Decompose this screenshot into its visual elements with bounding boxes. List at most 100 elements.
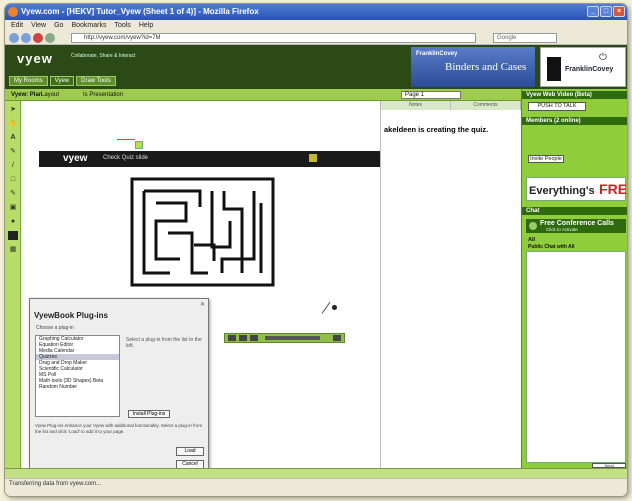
brand-tagline: Collaborate, Share & Interact xyxy=(71,53,136,59)
browser-window: Vyew.com - [HEKV] Tutor_Vyew (Sheet 1 of… xyxy=(4,3,628,497)
page-select[interactable]: Page 1 xyxy=(401,91,461,99)
pointer-icon[interactable]: ➤ xyxy=(8,105,18,114)
conference-call-banner[interactable]: Free Conference Calls Click to Activate xyxy=(526,219,626,233)
color-swatch-icon[interactable] xyxy=(8,231,18,240)
plugin-list[interactable]: Graphing Calculator Equation Editor Medi… xyxy=(35,335,120,417)
menu-bar: Edit View Go Bookmarks Tools Help xyxy=(5,20,627,31)
menu-item[interactable]: Help xyxy=(139,20,153,31)
planner-image xyxy=(547,57,561,81)
conf-subtitle: Click to Activate xyxy=(546,227,578,232)
ad-free-text: FREE xyxy=(599,181,628,197)
chat-header: Chat xyxy=(522,207,627,215)
annotation-marker[interactable] xyxy=(135,141,143,149)
phone-icon xyxy=(529,222,537,230)
video-header: Vyew Web Video (Beta) xyxy=(522,91,627,99)
chat-messages xyxy=(526,251,626,463)
maze-image xyxy=(130,177,275,287)
tab-draw-tools[interactable]: Draw Tools xyxy=(76,76,116,86)
close-icon[interactable]: ✕ xyxy=(200,301,205,308)
side-ad-brand: FranklinCovey xyxy=(565,66,614,73)
cursor-dot xyxy=(332,305,337,310)
chat-recipient[interactable]: All xyxy=(528,237,535,243)
list-item[interactable]: Random Number xyxy=(36,384,119,390)
vyew-logo[interactable]: vyew xyxy=(17,51,53,66)
menu-item[interactable]: Tools xyxy=(114,20,130,31)
grid-icon[interactable]: ▦ xyxy=(8,245,18,254)
search-input[interactable]: Google xyxy=(493,33,557,43)
dialog-title: VyewBook Plug-ins xyxy=(34,311,108,320)
slide-title: Check Quiz slide xyxy=(103,155,149,161)
power-icon: ⏻ xyxy=(599,52,607,63)
ad-brand: FranklinCovey xyxy=(416,51,458,57)
chat-scope: Public Chat with All xyxy=(528,244,575,250)
line-icon[interactable]: / xyxy=(8,161,18,170)
layout-option[interactable]: Layout xyxy=(41,89,59,101)
choose-label: Choose a plug-in xyxy=(36,325,74,331)
hand-icon[interactable]: ✋ xyxy=(8,119,18,128)
notes-tabs: Notes Comments xyxy=(381,101,521,110)
menu-item[interactable]: View xyxy=(31,20,46,31)
tab-my-rooms[interactable]: My Rooms xyxy=(9,76,48,86)
app-header: vyew Collaborate, Share & Interact My Ro… xyxy=(5,45,627,89)
right-sidebar: Vyew Web Video (Beta) PUSH TO TALK Membe… xyxy=(521,89,628,468)
close-button[interactable]: × xyxy=(613,6,625,17)
quiz-status-message: akeldeen is creating the quiz. xyxy=(384,125,489,134)
drawing-tools: ➤ ✋ A ✎ / □ ✎ ▣ ● ▦ xyxy=(5,101,21,468)
title-bar: Vyew.com - [HEKV] Tutor_Vyew (Sheet 1 of… xyxy=(5,4,627,20)
slide-player-controls[interactable] xyxy=(224,333,345,343)
pen-icon[interactable]: ✎ xyxy=(8,147,18,156)
members-header: Members (2 online) xyxy=(522,117,627,125)
eraser-icon[interactable]: ▣ xyxy=(8,203,18,212)
home-icon[interactable] xyxy=(45,33,55,43)
toolbar-label: Vyew: Plan xyxy=(11,92,43,98)
shape-icon[interactable]: □ xyxy=(8,175,18,184)
prev-icon[interactable] xyxy=(228,335,236,341)
slide-logo: vyew xyxy=(63,153,88,164)
window-title: Vyew.com - [HEKV] Tutor_Vyew (Sheet 1 of… xyxy=(21,7,259,16)
everything-free-ad[interactable]: Everything's FREE xyxy=(526,177,628,201)
maximize-button[interactable]: □ xyxy=(600,6,612,17)
plugin-dialog: ✕ VyewBook Plug-ins Choose a plug-in Gra… xyxy=(29,298,209,478)
header-tabs: My Rooms Vyew Draw Tools xyxy=(9,76,116,86)
slide-header-bar: vyew Check Quiz slide xyxy=(39,151,381,167)
menu-item[interactable]: Bookmarks xyxy=(71,20,106,31)
presentation-option[interactable]: Is Presentation xyxy=(83,89,123,101)
forward-icon[interactable] xyxy=(21,33,31,43)
text-icon[interactable]: A xyxy=(8,133,18,142)
firefox-icon xyxy=(8,7,18,17)
load-button[interactable]: Load xyxy=(176,447,204,456)
conf-title: Free Conference Calls xyxy=(540,220,614,227)
banner-ad[interactable]: FranklinCovey Binders and Cases xyxy=(411,47,535,87)
notes-panel: Notes Comments akeldeen is creating the … xyxy=(380,101,521,468)
app-status-bar xyxy=(5,468,627,478)
timeline-track[interactable] xyxy=(265,336,320,340)
back-icon[interactable] xyxy=(9,33,19,43)
menu-item[interactable]: Go xyxy=(54,20,63,31)
address-bar[interactable]: http://vyew.com/vyew?id=7M xyxy=(71,33,476,43)
menu-icon[interactable] xyxy=(333,335,341,341)
plugin-help-text: Vyew Plug-ins enhance your Vyew with add… xyxy=(35,423,203,434)
browser-status-bar: Transferring data from vyew.com... xyxy=(5,478,627,496)
annotation-line xyxy=(117,139,135,140)
vyew-toolbar: Vyew: Plan Layout Is Presentation Page 1 xyxy=(5,89,521,101)
push-to-talk-button[interactable]: PUSH TO TALK xyxy=(528,102,586,111)
side-ad[interactable]: ⏻ FranklinCovey xyxy=(540,47,626,87)
stop-icon[interactable] xyxy=(33,33,43,43)
highlighter-icon[interactable]: ✎ xyxy=(8,189,18,198)
tab-comments[interactable]: Comments xyxy=(451,101,521,110)
tab-vyew[interactable]: Vyew xyxy=(49,76,75,86)
install-plugins-button[interactable]: Install Plug-ins xyxy=(128,410,170,418)
plugin-description: Select a plug-in from the list to the le… xyxy=(126,337,202,349)
next-icon[interactable] xyxy=(250,335,258,341)
menu-item[interactable]: Edit xyxy=(11,20,23,31)
play-icon[interactable] xyxy=(239,335,247,341)
slide-note-icon[interactable] xyxy=(309,154,317,162)
ad-text: Everything's xyxy=(529,185,595,197)
ad-tagline: Binders and Cases xyxy=(445,61,527,73)
cursor-line xyxy=(321,301,331,314)
invite-button[interactable]: Invite People xyxy=(528,155,564,163)
tab-notes[interactable]: Notes xyxy=(381,101,451,110)
navigation-toolbar: http://vyew.com/vyew?id=7M Google xyxy=(5,31,627,45)
minimize-button[interactable]: _ xyxy=(587,6,599,17)
stamp-icon[interactable]: ● xyxy=(8,217,18,226)
